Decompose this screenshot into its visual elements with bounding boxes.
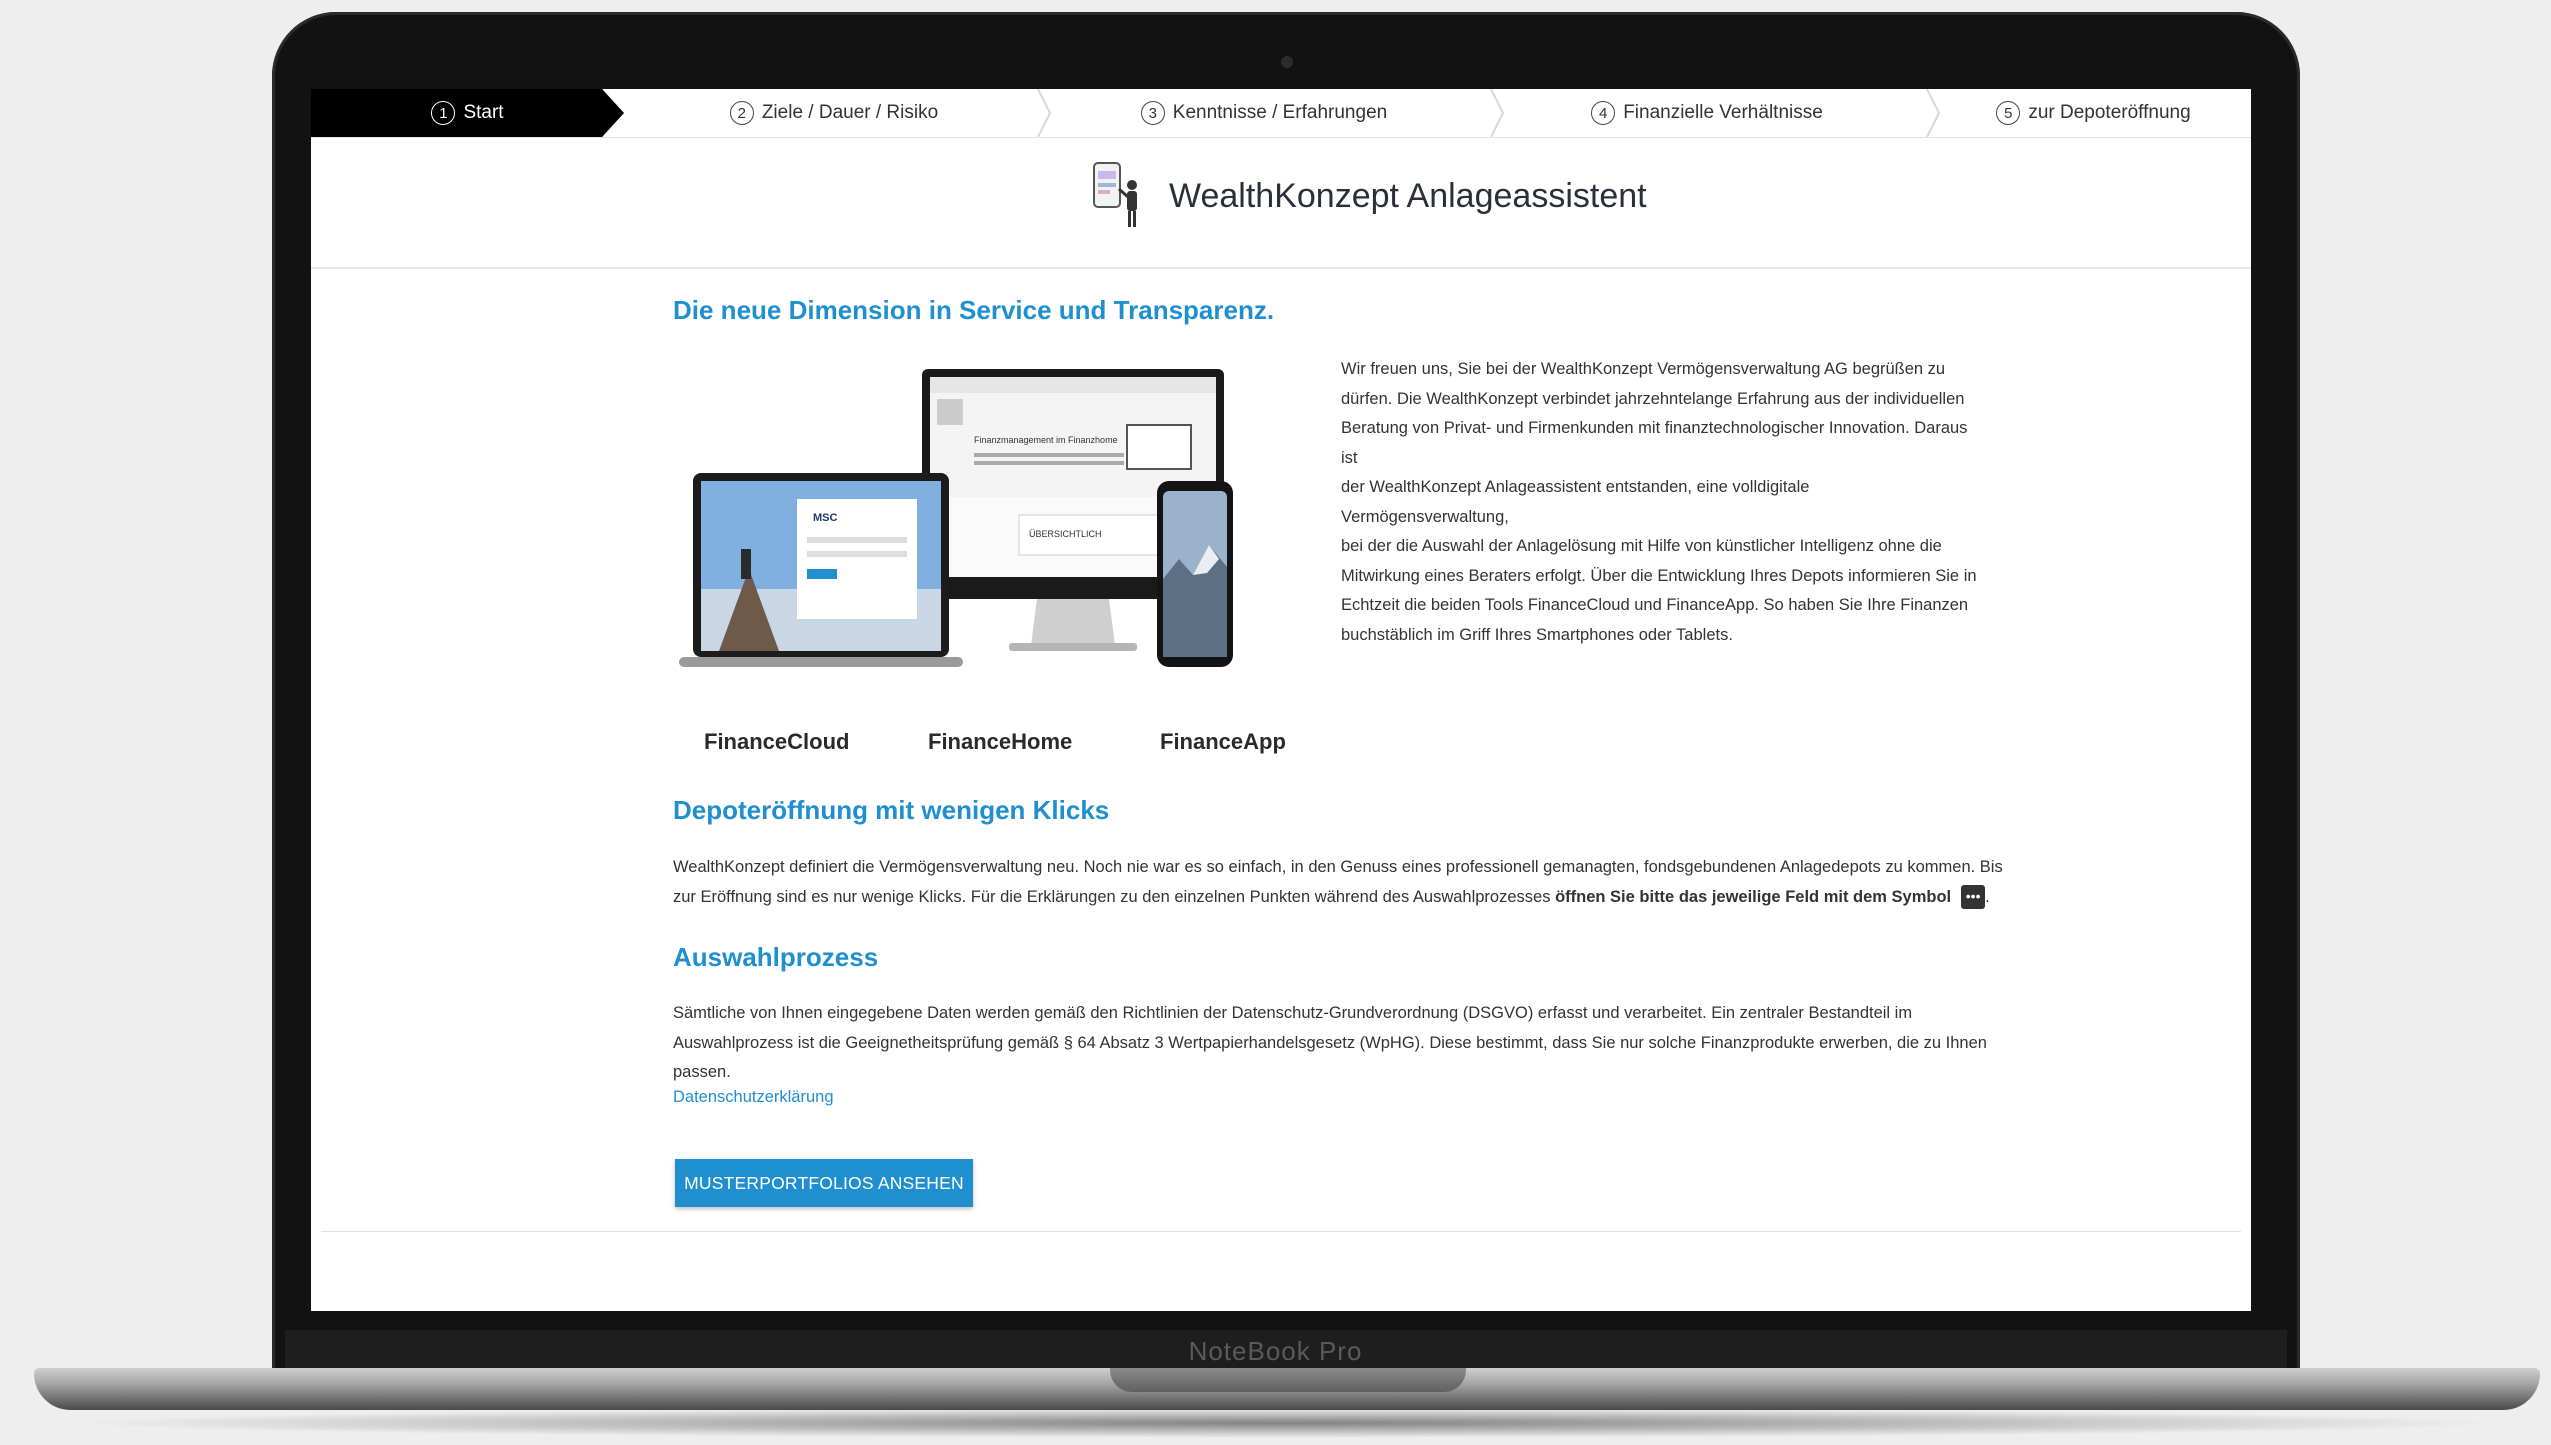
step-number: 1 [431, 101, 456, 125]
device-label: NoteBook Pro [1188, 1336, 1363, 1366]
step-label: Kenntnisse / Erfahrungen [1172, 102, 1388, 123]
assistant-logo-icon [1093, 162, 1137, 227]
app-header: WealthKonzept Anlageassistent [311, 137, 2251, 269]
step-navigation: 1 Start 2 Ziele / Dauer / Risiko 3 Kennt… [311, 89, 2251, 138]
step-number: 4 [1591, 101, 1616, 125]
auswahl-heading: Auswahlprozess [673, 942, 879, 972]
monitor-heading: Finanzmanagement im Finanzhome [974, 435, 1118, 445]
intro-line: Mitwirkung eines Beraters erfolgt. Über … [1341, 566, 1977, 585]
laptop-shadow [60, 1408, 2510, 1438]
step-ziele[interactable]: 2 Ziele / Dauer / Risiko [624, 89, 1044, 137]
laptop-screen-logo: MSC [813, 512, 838, 524]
step-finanzen[interactable]: 4 Finanzielle Verhältnisse [1497, 89, 1917, 137]
camera-icon [1281, 56, 1293, 68]
monitor-panel-label: ÜBERSICHTLICH [1029, 529, 1102, 539]
depot-line-end: . [1985, 887, 1990, 906]
intro-line: dürfen. Die WealthKonzept verbindet jahr… [1341, 389, 1965, 408]
laptop-notch [1110, 1368, 1466, 1392]
step-label: Start [463, 102, 504, 123]
intro-heading: Die neue Dimension in Service und Transp… [673, 295, 1275, 325]
intro-line: der WealthKonzept Anlageassistent entsta… [1341, 478, 1810, 526]
depot-line-text: zur Eröffnung sind es nur wenige Klicks.… [673, 887, 1551, 906]
step-label: zur Depoteröffnung [2028, 102, 2191, 123]
intro-line: bei der die Auswahl der Anlagelösung mit… [1341, 537, 1942, 555]
intro-line: Echtzeit die beiden Tools FinanceCloud u… [1341, 596, 1969, 614]
product-label-financeapp: FinanceApp [1160, 729, 1286, 754]
intro-line: buchstäblich im Griff Ihres Smartphones … [1341, 625, 1733, 644]
step-kenntnisse[interactable]: 3 Kenntnisse / Erfahrungen [1044, 89, 1484, 137]
screen: 1 Start 2 Ziele / Dauer / Risiko 3 Kennt… [311, 89, 2251, 1311]
intro-text: Wir freuen uns, Sie bei der WealthKonzep… [1341, 355, 1981, 650]
step-depot[interactable]: 5 zur Depoteröffnung [1936, 89, 2251, 137]
divider [321, 1231, 2241, 1232]
more-options-icon: ••• [1961, 885, 1986, 910]
devices-illustration: Finanzmanagement im Finanzhome ÜBERSICHT… [679, 369, 1233, 667]
auswahl-line: passen. [673, 1063, 731, 1081]
step-number: 3 [1140, 101, 1165, 125]
product-label-financehome: FinanceHome [928, 729, 1073, 754]
step-number: 2 [729, 101, 754, 125]
step-start[interactable]: 1 Start [311, 89, 624, 137]
depot-line: WealthKonzept definiert die Vermögensver… [673, 858, 2003, 876]
auswahl-text: Sämtliche von Ihnen eingegebene Daten we… [673, 999, 2003, 1088]
depot-heading: Depoteröffnung mit wenigen Klicks [673, 795, 1110, 825]
auswahl-line: Auswahlprozess ist die Geeignetheitsprüf… [673, 1033, 1987, 1052]
intro-line: Beratung von Privat- und Firmenkunden mi… [1341, 419, 1968, 467]
model-portfolios-button[interactable]: MUSTERPORTFOLIOS ANSEHEN [675, 1159, 973, 1207]
depot-line-2: zur Eröffnung sind es nur wenige Klicks.… [673, 883, 1993, 913]
auswahl-line: Sämtliche von Ihnen eingegebene Daten we… [673, 1004, 1913, 1022]
privacy-link[interactable]: Datenschutzerklärung [673, 1088, 834, 1107]
step-label: Finanzielle Verhältnisse [1623, 102, 1823, 123]
page-title: WealthKonzept Anlageassistent [1169, 177, 1647, 215]
intro-line: Wir freuen uns, Sie bei der WealthKonzep… [1341, 360, 1946, 378]
step-number: 5 [1996, 101, 2021, 125]
product-label-financecloud: FinanceCloud [704, 729, 850, 754]
phone-image [1157, 481, 1233, 667]
depot-text: WealthKonzept definiert die Vermögensver… [673, 853, 2003, 913]
depot-line-bold: öffnen Sie bitte das jeweilige Feld mit … [1555, 887, 1952, 906]
laptop-image: MSC [679, 473, 963, 667]
step-label: Ziele / Dauer / Risiko [761, 102, 939, 123]
